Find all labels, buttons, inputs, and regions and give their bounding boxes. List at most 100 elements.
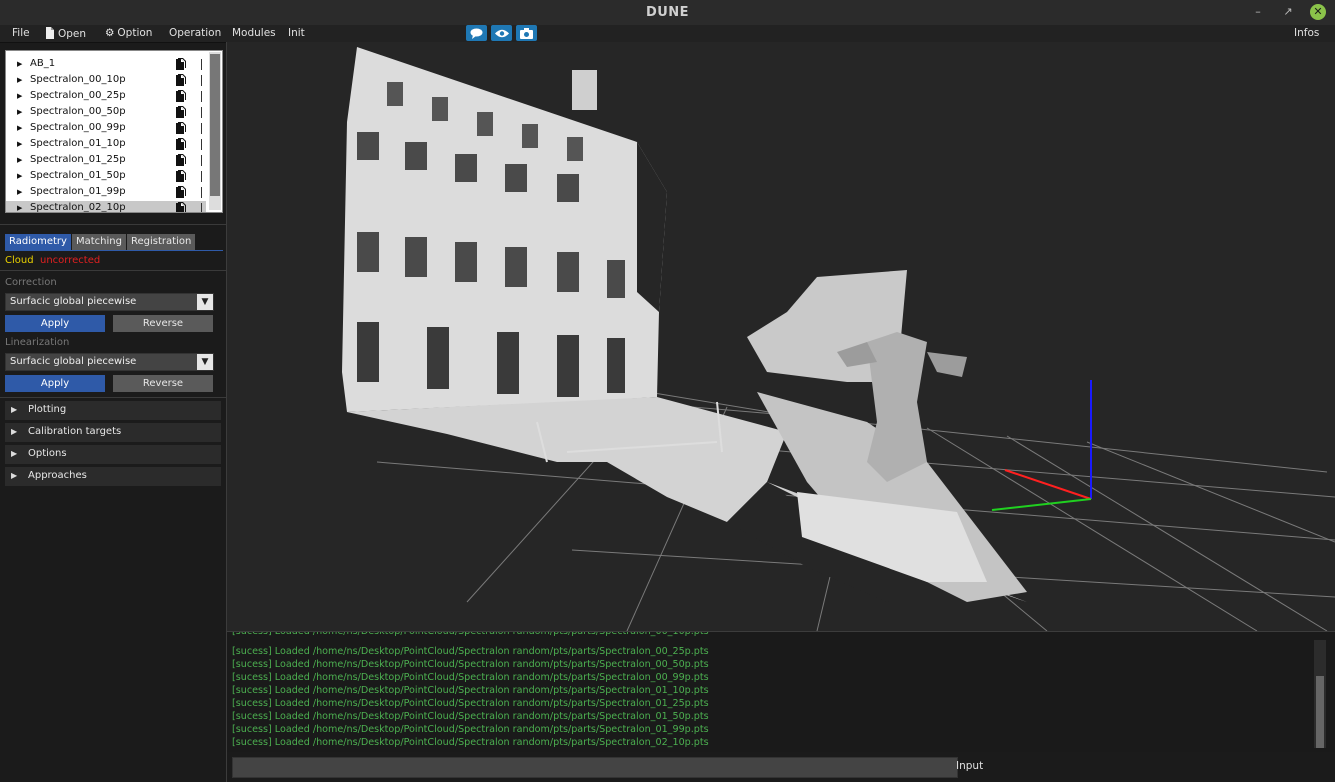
copy-icon[interactable] (176, 74, 186, 86)
section-options[interactable]: ▶ Options (5, 445, 221, 464)
tree-item[interactable]: ▶ Spectralon_02_10p (6, 201, 206, 213)
dropdown-arrow-icon[interactable]: ▼ (197, 294, 213, 310)
expand-arrow-icon[interactable]: ▶ (17, 92, 22, 100)
close-button[interactable]: ✕ (1310, 4, 1326, 20)
tree-item-label: Spectralon_01_10p (30, 138, 126, 149)
tab-radiometry[interactable]: Radiometry (5, 234, 71, 250)
tab-matching[interactable]: Matching (72, 234, 126, 250)
correction-reverse-button[interactable]: Reverse (113, 315, 213, 332)
section-calibration-targets[interactable]: ▶ Calibration targets (5, 423, 221, 442)
tree-item[interactable]: ▶ AB_1 (6, 57, 206, 73)
tree-item[interactable]: ▶ Spectralon_01_50p (6, 169, 206, 185)
expand-arrow-icon[interactable]: ▶ (17, 76, 22, 84)
comment-button[interactable] (466, 25, 487, 41)
copy-icon[interactable] (176, 138, 186, 150)
correction-apply-button[interactable]: Apply (5, 315, 105, 332)
copy-icon[interactable] (176, 170, 186, 182)
expand-arrow-icon: ▶ (11, 427, 18, 436)
tree-item[interactable]: ▶ Spectralon_00_25p (6, 89, 206, 105)
menu-infos[interactable]: Infos (1294, 27, 1319, 39)
cloud-tree[interactable]: ▶ AB_1 ▶ Spectralon_00_10p ▶ Spectralon_00_25… (5, 50, 223, 213)
expand-arrow-icon: ▶ (11, 405, 18, 414)
menu-operation[interactable]: Operation (169, 27, 221, 39)
log-console[interactable]: [sucess] Loaded /home/ns/Desktop/PointCl… (227, 631, 1335, 752)
expand-arrow-icon[interactable]: ▶ (17, 60, 22, 68)
expand-arrow-icon[interactable]: ▶ (17, 108, 22, 116)
log-line: [sucess] Loaded /home/ns/Desktop/PointCl… (232, 711, 709, 722)
menu-init[interactable]: Init (288, 27, 305, 39)
tree-item-label: Spectralon_01_25p (30, 154, 126, 165)
command-input[interactable] (232, 757, 958, 778)
menu-option[interactable]: ⚙ Option (105, 27, 152, 39)
console-scroll-thumb[interactable] (1316, 676, 1324, 748)
divider (0, 270, 226, 271)
tree-item-separator (201, 123, 202, 134)
tree-item[interactable]: ▶ Spectralon_00_50p (6, 105, 206, 121)
tree-item-label: Spectralon_01_99p (30, 186, 126, 197)
copy-icon[interactable] (176, 106, 186, 118)
log-line: [sucess] Loaded /home/ns/Desktop/PointCl… (232, 646, 709, 657)
maximize-button[interactable]: ↗ (1280, 4, 1296, 20)
minimize-button[interactable]: – (1250, 4, 1266, 20)
tree-item-separator (201, 139, 202, 150)
linearization-reverse-button[interactable]: Reverse (113, 375, 213, 392)
copy-icon[interactable] (176, 186, 186, 198)
tree-scroll-thumb[interactable] (210, 54, 220, 196)
section-plotting[interactable]: ▶ Plotting (5, 401, 221, 420)
tree-item[interactable]: ▶ Spectralon_01_99p (6, 185, 206, 201)
menu-file[interactable]: File (12, 27, 30, 39)
cloud-label: Cloud (5, 255, 34, 266)
menu-option-label: Option (117, 27, 153, 39)
screenshot-button[interactable] (516, 25, 537, 41)
expand-arrow-icon[interactable]: ▶ (17, 124, 22, 132)
title-bar: DUNE – ↗ ✕ (0, 0, 1335, 26)
section-approaches[interactable]: ▶ Approaches (5, 467, 221, 486)
section-calibration-targets-label: Calibration targets (28, 426, 122, 437)
expand-arrow-icon[interactable]: ▶ (17, 140, 22, 148)
expand-arrow-icon[interactable]: ▶ (17, 204, 22, 212)
copy-icon[interactable] (176, 122, 186, 134)
expand-arrow-icon[interactable]: ▶ (17, 188, 22, 196)
input-label: Input (956, 760, 984, 772)
tree-item-label: Spectralon_00_10p (30, 74, 126, 85)
tree-item-separator (201, 59, 202, 70)
tree-item[interactable]: ▶ Spectralon_00_10p (6, 73, 206, 89)
correction-label: Correction (5, 277, 57, 288)
camera-icon (520, 28, 533, 39)
menu-open-label: Open (58, 28, 87, 40)
file-icon (46, 27, 54, 39)
tree-item[interactable]: ▶ Spectralon_01_25p (6, 153, 206, 169)
correction-selected: Surfacic global piecewise (10, 296, 137, 307)
console-scrollbar[interactable] (1314, 640, 1326, 748)
copy-icon[interactable] (176, 202, 186, 213)
menu-bar: File Open ⚙ Option Operation Modules Init… (0, 25, 1335, 43)
tab-underline (5, 250, 223, 251)
tree-scrollbar[interactable] (209, 52, 221, 210)
point-cloud-viewport[interactable] (227, 42, 1335, 631)
copy-icon[interactable] (176, 90, 186, 102)
tab-registration[interactable]: Registration (127, 234, 196, 250)
divider (0, 397, 226, 398)
tree-item-separator (201, 187, 202, 198)
linearization-apply-button[interactable]: Apply (5, 375, 105, 392)
expand-arrow-icon[interactable]: ▶ (17, 172, 22, 180)
linearization-select[interactable]: Surfacic global piecewise ▼ (5, 353, 214, 371)
expand-arrow-icon: ▶ (11, 471, 18, 480)
menu-modules[interactable]: Modules (232, 27, 276, 39)
tree-item-label: Spectralon_00_50p (30, 106, 126, 117)
tree-item-label: Spectralon_00_99p (30, 122, 126, 133)
expand-arrow-icon[interactable]: ▶ (17, 156, 22, 164)
tree-item-separator (201, 171, 202, 182)
dropdown-arrow-icon[interactable]: ▼ (197, 354, 213, 370)
tree-item[interactable]: ▶ Spectralon_01_10p (6, 137, 206, 153)
eye-icon (494, 29, 509, 38)
menu-open[interactable]: Open (45, 27, 86, 40)
copy-icon[interactable] (176, 58, 186, 70)
log-line: [sucess] Loaded /home/ns/Desktop/PointCl… (232, 659, 709, 670)
cloud-status: uncorrected (40, 255, 101, 266)
correction-select[interactable]: Surfacic global piecewise ▼ (5, 293, 214, 311)
view-button[interactable] (491, 25, 512, 41)
copy-icon[interactable] (176, 154, 186, 166)
speech-bubble-icon (470, 28, 483, 39)
tree-item[interactable]: ▶ Spectralon_00_99p (6, 121, 206, 137)
